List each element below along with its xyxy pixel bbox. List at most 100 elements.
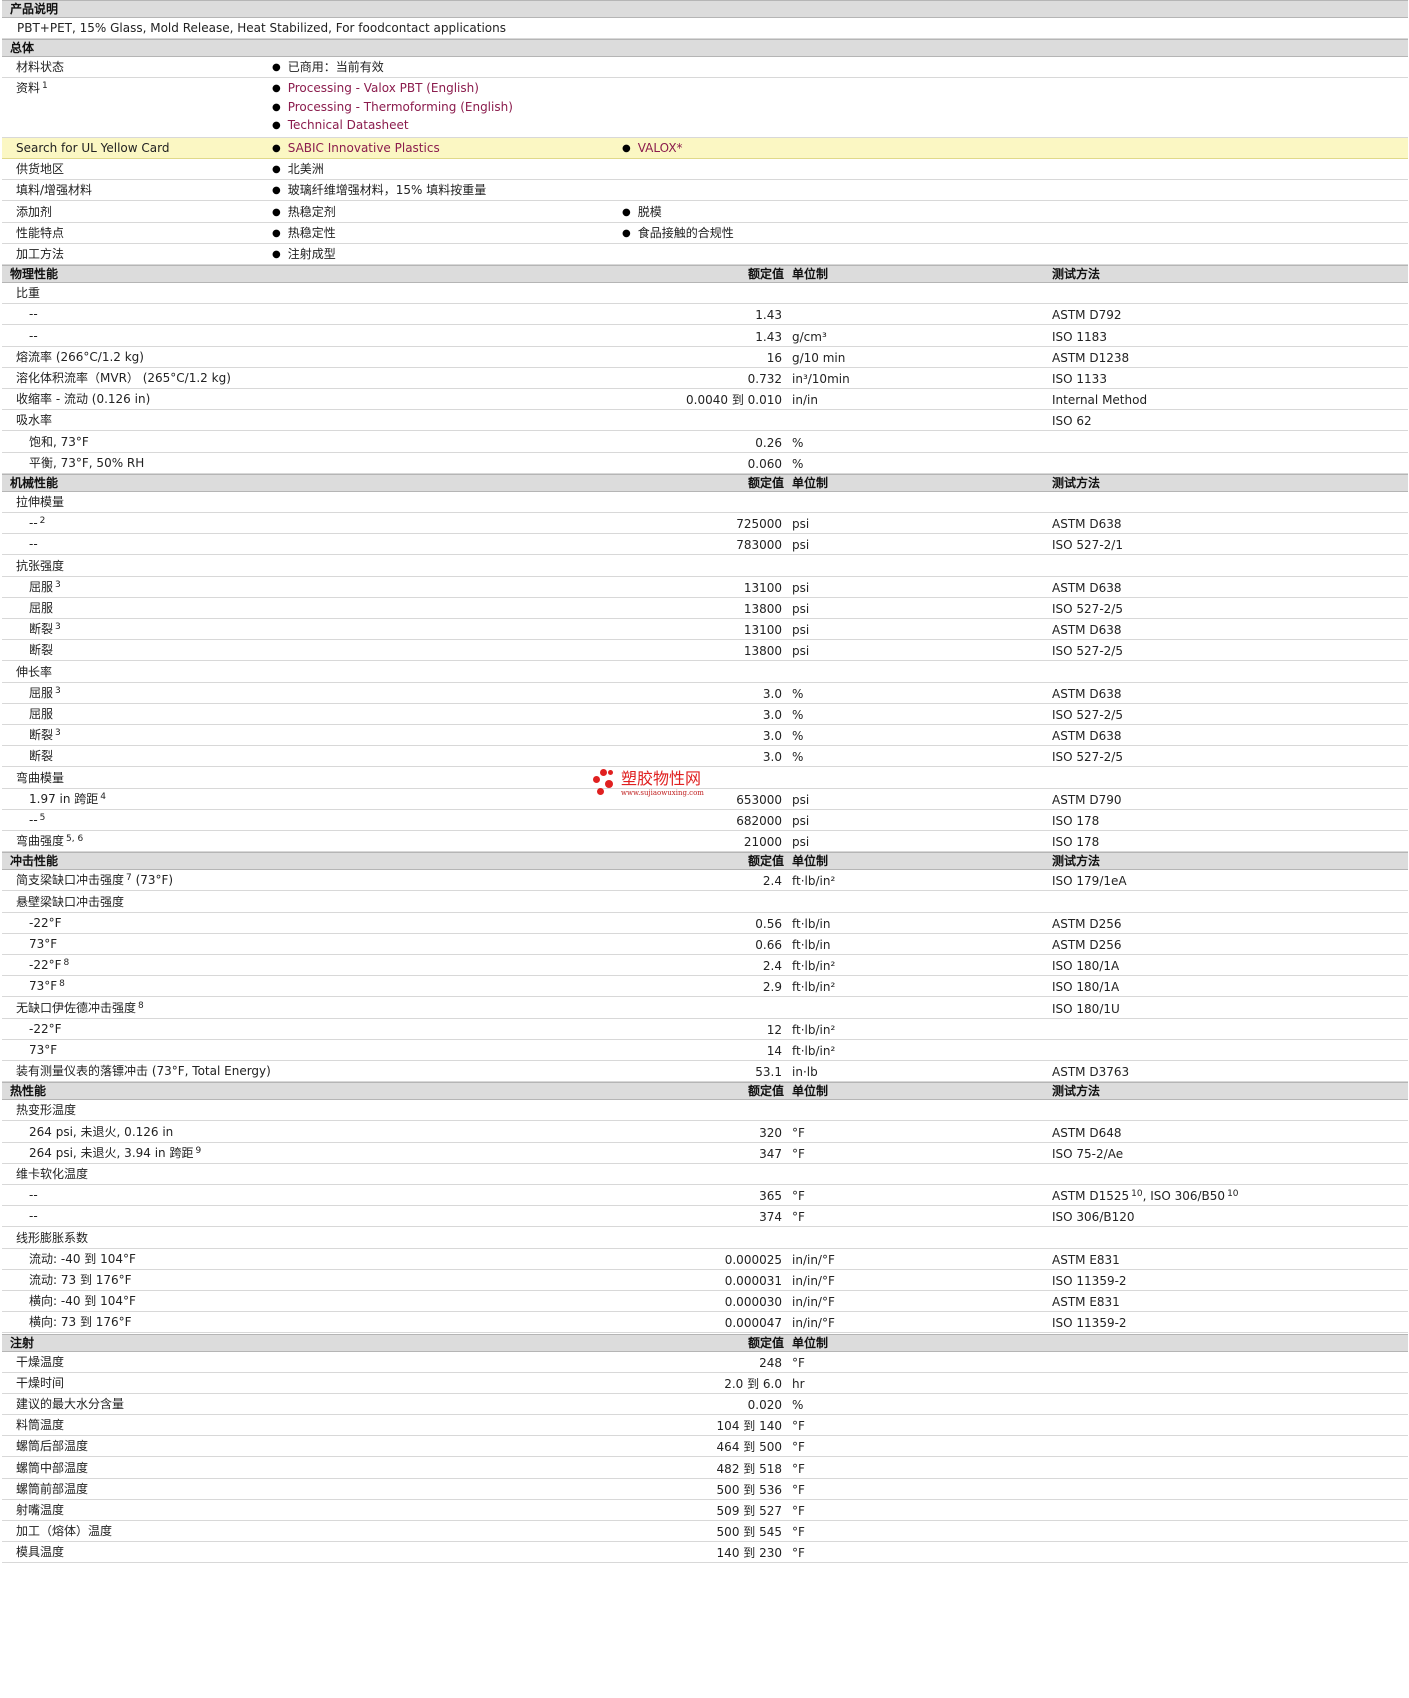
bullet-link[interactable]: SABIC Innovative Plastics [272, 140, 440, 158]
property-unit: psi [792, 538, 810, 553]
section-title: 冲击性能 [10, 854, 59, 869]
footnote-ref[interactable]: 8 [64, 958, 70, 968]
property-unit: ft·lb/in [792, 916, 831, 931]
property-row: -22°F 12 ft·lb/in² [2, 1019, 1408, 1040]
property-unit: % [792, 729, 804, 744]
property-value: 13800 [743, 601, 782, 616]
section-title: 产品说明 [10, 2, 59, 16]
property-label: 73°F [29, 936, 58, 951]
property-value: 725000 [736, 517, 782, 532]
property-row: 干燥时间 2.0 到 6.0 hr [2, 1373, 1408, 1394]
property-row: -- 783000 psi ISO 527-2/1 [2, 534, 1408, 556]
column-header-method: 测试方法 [1052, 267, 1101, 282]
test-method: ISO 1183 [1052, 329, 1107, 344]
property-label: 断裂 3 [29, 622, 61, 637]
footnote-ref[interactable]: 3 [55, 580, 61, 590]
footnote-ref[interactable]: 2 [40, 516, 46, 526]
property-value: 0.000030 [724, 1295, 782, 1310]
property-value: 464 到 500 [716, 1440, 782, 1455]
property-row: 73°F 0.66 ft·lb/in ASTM D256 [2, 934, 1408, 956]
test-method: ASTM E831 [1052, 1295, 1120, 1310]
property-label: 装有测量仪表的落镖冲击 (73°F, Total Energy) [16, 1064, 271, 1079]
logo-dot-icon [605, 780, 613, 788]
property-row: 装有测量仪表的落镖冲击 (73°F, Total Energy) 53.1 in·l… [2, 1061, 1408, 1083]
bullet-item: 玻璃纤维增强材料，15% 填料按重量 [272, 182, 487, 200]
property-label: 模具温度 [16, 1545, 65, 1560]
property-row: 平衡, 73°F, 50% RH 0.060% [2, 453, 1408, 474]
property-label: 干燥温度 [16, 1354, 65, 1369]
footnote-ref[interactable]: 7 [126, 873, 132, 883]
test-method: ISO 527-2/5 [1052, 707, 1123, 722]
bullet-item: 热稳定性 [272, 225, 336, 243]
property-row: 73°F 14 ft·lb/in² [2, 1040, 1408, 1062]
property-label: 线形膨胀系数 [16, 1230, 89, 1245]
property-label: 材料状态 [16, 60, 65, 75]
property-label: 弯曲模量 [16, 770, 65, 785]
property-row: 模具温度 140 到 230 °F [2, 1542, 1408, 1564]
bullet-item: 北美洲 [272, 161, 324, 179]
property-row: 流动: 73 到 176°F 0.000031 in/in/°F ISO 11359-… [2, 1270, 1408, 1292]
property-label: 添加剂 [16, 204, 53, 219]
property-value: 0.0040 到 0.010 [686, 393, 782, 408]
property-value: 12 [766, 1022, 782, 1037]
watermark-url: www.sujiaowuxing.com [621, 789, 704, 797]
logo-dot-icon [608, 770, 613, 775]
property-value: 3.0 [762, 707, 782, 722]
property-label: 伸长率 [16, 664, 53, 679]
column-header-method: 测试方法 [1052, 475, 1101, 490]
test-method: ASTM D638 [1052, 729, 1122, 744]
property-unit: psi [792, 792, 810, 807]
section-header: 机械性能 额定值 单位制 测试方法 [2, 473, 1408, 492]
property-row: 溶化体积流率（MVR） (265°C/1.2 kg) 0.732 in³/10min… [2, 368, 1408, 390]
general-row: 填料/增强材料 玻璃纤维增强材料，15% 填料按重量 [2, 180, 1408, 202]
bullet-link[interactable]: Technical Datasheet [272, 117, 409, 135]
description-row: PBT+PET, 15% Glass, Mold Release, Heat S… [2, 18, 1408, 40]
property-label: 热变形温度 [16, 1103, 77, 1118]
property-value: 14 [766, 1043, 782, 1058]
property-row: 屈服 3.0% ISO 527-2/5 [2, 704, 1408, 726]
footnote-ref[interactable]: 1 [42, 81, 48, 91]
footnote-ref[interactable]: 10 [1131, 1189, 1142, 1199]
property-value: 0.020 [747, 1397, 782, 1412]
test-method: ASTM D792 [1052, 308, 1122, 323]
property-label: 断裂 [29, 749, 54, 764]
property-unit: psi [792, 813, 810, 828]
property-row: 熔流率 (266°C/1.2 kg) 16 g/10 min ASTM D1238 [2, 347, 1408, 368]
footnote-ref[interactable]: 9 [195, 1146, 201, 1156]
bullet-link[interactable]: Processing - Thermoforming (English) [272, 99, 513, 117]
property-unit: in/in/°F [792, 1252, 835, 1267]
general-row: 性能特点 热稳定性 食品接触的合规性 [2, 223, 1408, 244]
bullet-link[interactable]: Processing - Valox PBT (English) [272, 80, 479, 98]
section-header: 物理性能 额定值 单位制 测试方法 [2, 265, 1408, 284]
property-value: 3.0 [762, 686, 782, 701]
test-method: ASTM D3763 [1052, 1065, 1130, 1080]
footnote-ref[interactable]: 3 [55, 728, 61, 738]
property-row: -- 1.43 ASTM D792 [2, 304, 1408, 326]
property-unit: psi [792, 835, 810, 850]
general-row: 资料1 Processing - Valox PBT (English)Proce… [2, 78, 1408, 138]
property-unit: °F [792, 1355, 805, 1370]
property-label[interactable]: Search for UL Yellow Card [16, 140, 169, 156]
property-value: 500 到 545 [716, 1525, 782, 1540]
section-title: 物理性能 [10, 267, 59, 282]
property-row: 料筒温度 104 到 140 °F [2, 1415, 1408, 1437]
footnote-ref[interactable]: 3 [55, 622, 61, 632]
column-header-value: 额定值 [748, 1335, 785, 1350]
property-label: 264 psi, 未退火, 0.126 in [29, 1124, 174, 1139]
property-unit: % [792, 456, 804, 471]
test-method: ASTM D638 [1052, 580, 1122, 595]
property-value: 140 到 230 [716, 1546, 782, 1561]
footnote-ref[interactable]: 4 [100, 792, 106, 802]
property-value: 13100 [743, 623, 782, 638]
footnote-ref[interactable]: 8 [59, 979, 65, 989]
property-label: -- 5 [29, 812, 46, 827]
footnote-ref[interactable]: 3 [55, 686, 61, 696]
footnote-ref[interactable]: 5 [40, 813, 46, 823]
footnote-ref[interactable]: 5, 6 [66, 834, 83, 844]
footnote-ref[interactable]: 8 [138, 1001, 144, 1011]
bullet-link[interactable]: VALOX* [622, 140, 683, 158]
footnote-ref[interactable]: 10 [1227, 1189, 1238, 1199]
property-label: -- [29, 307, 38, 322]
property-value: 0.000025 [724, 1252, 782, 1267]
general-row: 添加剂 热稳定剂 脱模 [2, 202, 1408, 223]
